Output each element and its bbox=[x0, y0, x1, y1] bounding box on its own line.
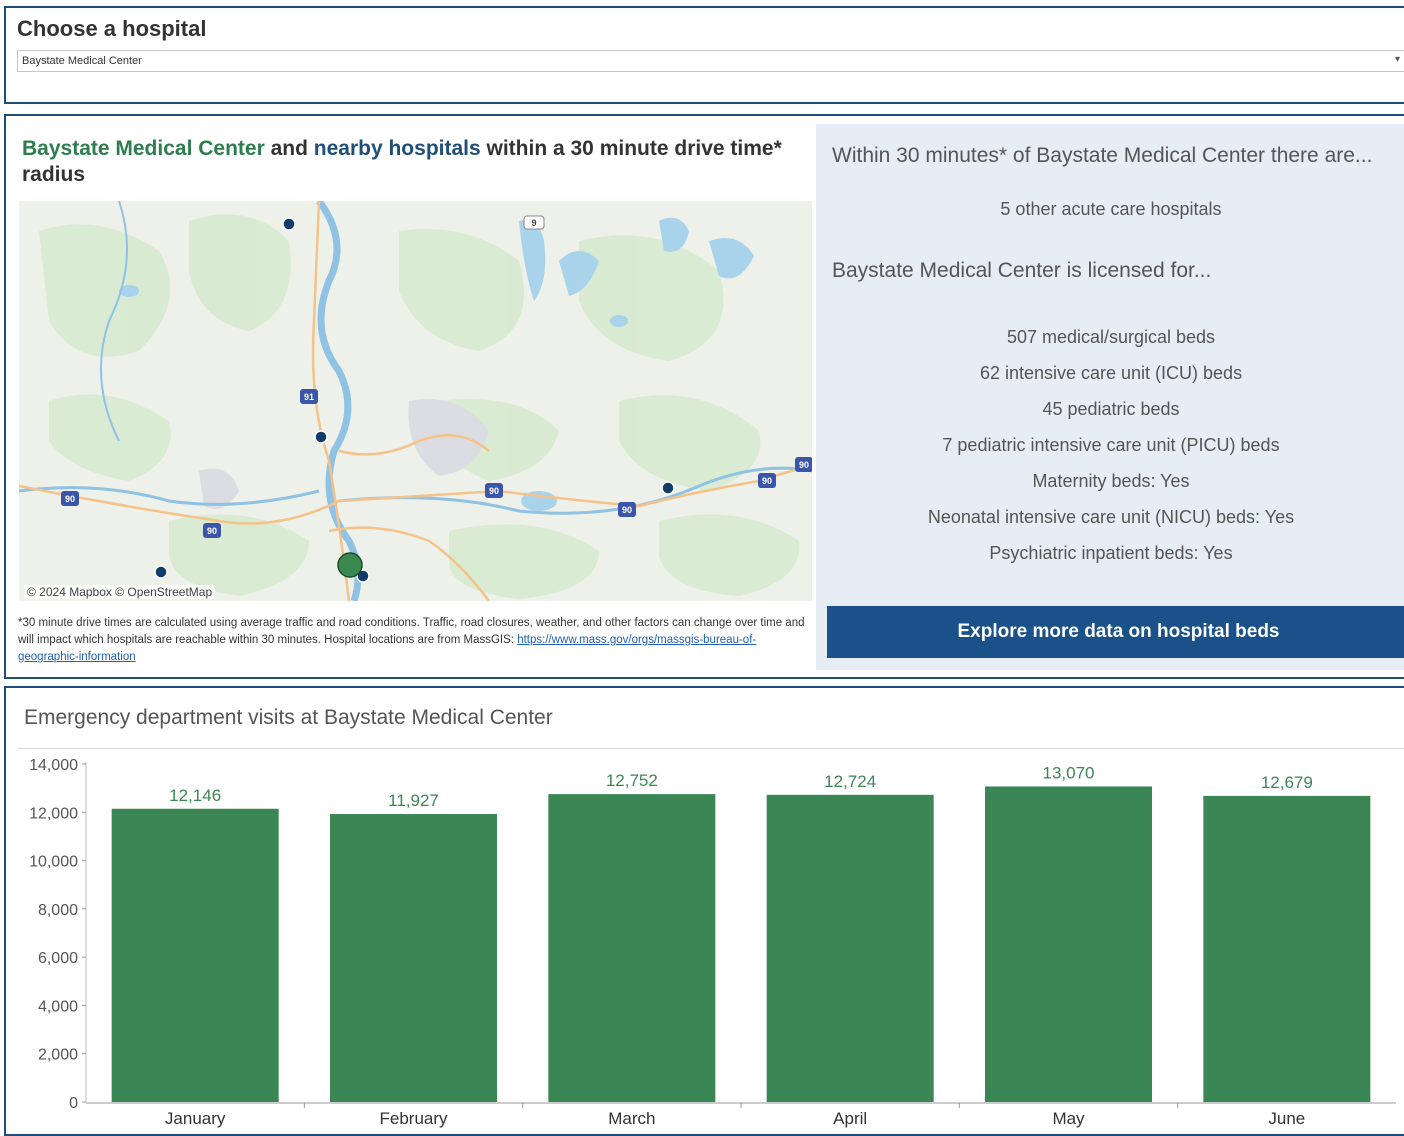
map-title: Baystate Medical Center and nearby hospi… bbox=[22, 136, 812, 188]
hospital-map[interactable]: 91 90 90 90 90 90 90 9 © 2024 Mapbox © O… bbox=[19, 201, 812, 601]
other-hospitals-count: 5 other acute care hospitals bbox=[1000, 199, 1222, 219]
hospital-info-box: Within 30 minutes* of Baystate Medical C… bbox=[816, 124, 1404, 670]
y-tick-label: 14,000 bbox=[29, 757, 78, 774]
y-tick-label: 12,000 bbox=[29, 805, 78, 822]
y-tick-label: 2,000 bbox=[38, 1047, 78, 1064]
map-svg[interactable]: 91 90 90 90 90 90 90 9 bbox=[19, 201, 812, 601]
bar-value-label: 11,927 bbox=[388, 791, 439, 810]
hospital-dropdown[interactable]: Baystate Medical Center ▾ bbox=[17, 50, 1404, 72]
hospital-dropdown-value: Baystate Medical Center bbox=[22, 55, 142, 67]
nearby-hospital-marker[interactable] bbox=[282, 217, 296, 231]
x-tick-label: May bbox=[1052, 1109, 1085, 1128]
nearby-hospital-marker[interactable] bbox=[661, 481, 675, 495]
x-tick-label: June bbox=[1268, 1109, 1305, 1128]
nearby-hospital-marker[interactable] bbox=[314, 430, 328, 444]
drive-time-note: *30 minute drive times are calculated us… bbox=[18, 615, 808, 666]
licensed-heading: Baystate Medical Center is licensed for.… bbox=[832, 259, 1212, 282]
y-tick-label: 4,000 bbox=[38, 998, 78, 1015]
bed-line: 45 pediatric beds bbox=[1042, 399, 1180, 419]
bed-line: 7 pediatric intensive care unit (PICU) b… bbox=[942, 435, 1280, 455]
highway-label-0: 91 bbox=[304, 392, 314, 402]
ed-visits-panel: Emergency department visits at Baystate … bbox=[4, 686, 1404, 1136]
y-tick-label: 8,000 bbox=[38, 902, 78, 919]
y-tick-label: 10,000 bbox=[29, 854, 78, 871]
nearby-hospital-marker[interactable] bbox=[154, 565, 168, 579]
x-tick-label: February bbox=[379, 1109, 448, 1128]
ed-visits-chart: 0 2,000 4,000 6,000 8,000 10,000 12,000 14,000 1… bbox=[29, 757, 1396, 1128]
map-info-panel: Baystate Medical Center and nearby hospi… bbox=[4, 114, 1404, 679]
bar-value-label: 13,070 bbox=[1043, 763, 1095, 782]
map-title-hospital: Baystate Medical Center bbox=[22, 137, 265, 160]
y-tick-label: 6,000 bbox=[38, 950, 78, 967]
map-title-nearby: nearby hospitals bbox=[313, 137, 481, 160]
chevron-down-icon[interactable]: ▾ bbox=[1395, 54, 1400, 65]
explore-beds-button[interactable]: Explore more data on hospital beds bbox=[827, 606, 1404, 658]
bed-line: 507 medical/surgical beds bbox=[1006, 327, 1216, 347]
hospital-selector-panel: Choose a hospital Baystate Medical Cente… bbox=[4, 6, 1404, 104]
map-title-and: and bbox=[264, 137, 314, 160]
x-tick-label: March bbox=[608, 1109, 655, 1128]
bar-value-label: 12,679 bbox=[1261, 773, 1313, 792]
y-tick-label: 0 bbox=[69, 1095, 78, 1112]
bed-line: 62 intensive care unit (ICU) beds bbox=[979, 363, 1243, 383]
highway-label-5: 90 bbox=[762, 476, 772, 486]
bar bbox=[1203, 795, 1371, 1102]
highway-label-4: 90 bbox=[622, 505, 632, 515]
bed-line: Psychiatric inpatient beds: Yes bbox=[989, 543, 1233, 563]
bar-value-label: 12,146 bbox=[169, 786, 221, 805]
x-tick-label: April bbox=[833, 1109, 867, 1128]
highway-label-6: 90 bbox=[799, 460, 809, 470]
bar-value-label: 12,724 bbox=[824, 772, 876, 791]
bar bbox=[111, 808, 279, 1102]
bed-line: Maternity beds: Yes bbox=[1032, 471, 1190, 491]
bed-line: Neonatal intensive care unit (NICU) beds… bbox=[927, 507, 1295, 527]
map-attribution: © 2024 Mapbox © OpenStreetMap bbox=[24, 585, 216, 599]
selector-title: Choose a hospital bbox=[17, 16, 207, 41]
highway-label-7: 9 bbox=[531, 218, 536, 228]
bar bbox=[330, 814, 497, 1102]
bar-value-label: 12,752 bbox=[606, 771, 658, 790]
bar bbox=[548, 794, 716, 1102]
bar bbox=[766, 794, 934, 1102]
highway-label-1: 90 bbox=[65, 494, 75, 504]
bar bbox=[985, 786, 1152, 1102]
highway-label-3: 90 bbox=[489, 486, 499, 496]
x-tick-label: January bbox=[165, 1109, 226, 1128]
highway-label-2: 90 bbox=[207, 526, 217, 536]
info-heading: Within 30 minutes* of Baystate Medical C… bbox=[832, 144, 1373, 167]
selected-hospital-marker[interactable] bbox=[337, 552, 363, 578]
